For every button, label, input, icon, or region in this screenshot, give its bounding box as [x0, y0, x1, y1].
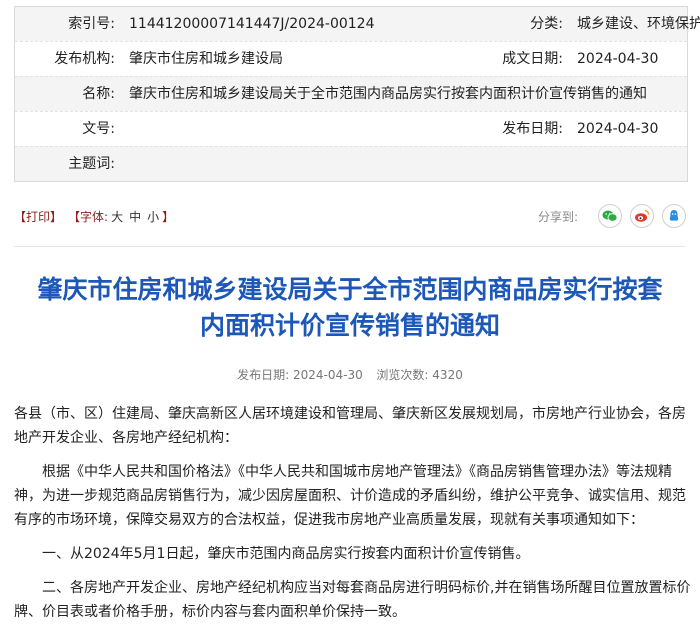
- font-large-link[interactable]: 大: [111, 208, 123, 225]
- article-paragraph: 根据《中华人民共和国价格法》《中华人民共和国城市房地产管理法》《商品房销售管理办…: [14, 464, 686, 528]
- article-paragraph-salutation: 各县（市、区）住建局、肇庆高新区人居环境建设和管理局、肇庆新区发展规划局，市房地…: [14, 406, 686, 446]
- article-pub-info: 发布日期: 2024-04-30 浏览次数: 4320: [0, 366, 700, 383]
- publisher-label: 发布机构:: [54, 51, 115, 67]
- pub-date-value: 2024-04-30: [293, 368, 363, 382]
- name-value: 肇庆市住房和城乡建设局关于全市范围内商品房实行按套内面积计价宣传销售的通知: [129, 86, 647, 102]
- article-paragraph: 二、各房地产开发企业、房地产经纪机构应当对每套商品房进行明码标价,并在销售场所醒…: [14, 580, 691, 620]
- meta-row-index: 索引号: 11441200007141447J/2024-00124 分类: 城…: [15, 7, 700, 41]
- keywords-value: [115, 147, 669, 181]
- meta-row-docno: 文号: 发布日期: 2024-04-30: [15, 111, 687, 146]
- article-paragraph: 一、从2024年5月1日起，肇庆市范围内商品房实行按套内面积计价宣传销售。: [42, 546, 530, 562]
- name-label: 名称:: [82, 86, 115, 102]
- article-title-line2: 内面积计价宣传销售的通知: [199, 311, 500, 340]
- share-label: 分享到:: [537, 209, 578, 224]
- font-size-suffix: 】: [162, 209, 175, 224]
- share-bar: 分享到:: [538, 204, 686, 228]
- article-title-line1: 肇庆市住房和城乡建设局关于全市范围内商品房实行按套: [37, 275, 663, 304]
- published-date-value: 2024-04-30: [577, 121, 659, 137]
- toolbar-divider: [14, 246, 686, 247]
- created-date-value: 2024-04-30: [577, 51, 659, 67]
- meta-row-keywords: 主题词:: [15, 146, 687, 181]
- pub-date-label: 发布日期:: [237, 368, 290, 382]
- docno-value: [115, 112, 445, 146]
- wechat-icon[interactable]: [598, 204, 622, 228]
- document-metadata-table: 索引号: 11441200007141447J/2024-00124 分类: 城…: [14, 6, 700, 182]
- index-value: 11441200007141447J/2024-00124: [129, 16, 375, 32]
- views-label: 浏览次数:: [376, 368, 429, 382]
- publisher-value: 肇庆市住房和城乡建设局: [129, 51, 283, 67]
- article-toolbar: 【打印】 【字体: 大 中 小 】 分享到:: [14, 198, 686, 234]
- category-value: 城乡建设、环境保护: [577, 16, 700, 32]
- published-date-label: 发布日期:: [502, 121, 563, 137]
- keywords-label: 主题词:: [68, 156, 115, 172]
- meta-row-publisher: 发布机构: 肇庆市住房和城乡建设局 成文日期: 2024-04-30: [15, 41, 687, 76]
- meta-row-name: 名称: 肇庆市住房和城乡建设局关于全市范围内商品房实行按套内面积计价宣传销售的通…: [15, 76, 687, 111]
- category-label: 分类:: [530, 16, 563, 32]
- font-size-prefix: 【字体:: [68, 209, 109, 224]
- index-label: 索引号:: [68, 16, 115, 32]
- print-link[interactable]: 【打印】: [14, 208, 62, 225]
- article-body: 各县（市、区）住建局、肇庆高新区人居环境建设和管理局、肇庆新区发展规划局，市房地…: [14, 402, 692, 634]
- docno-label: 文号:: [82, 121, 115, 137]
- views-value: 4320: [432, 368, 463, 382]
- weibo-icon[interactable]: [630, 204, 654, 228]
- font-medium-link[interactable]: 中: [129, 208, 141, 225]
- qzone-icon[interactable]: [662, 204, 686, 228]
- font-small-link[interactable]: 小: [147, 208, 159, 225]
- article-title: 肇庆市住房和城乡建设局关于全市范围内商品房实行按套 内面积计价宣传销售的通知: [0, 272, 700, 344]
- created-date-label: 成文日期:: [502, 51, 563, 67]
